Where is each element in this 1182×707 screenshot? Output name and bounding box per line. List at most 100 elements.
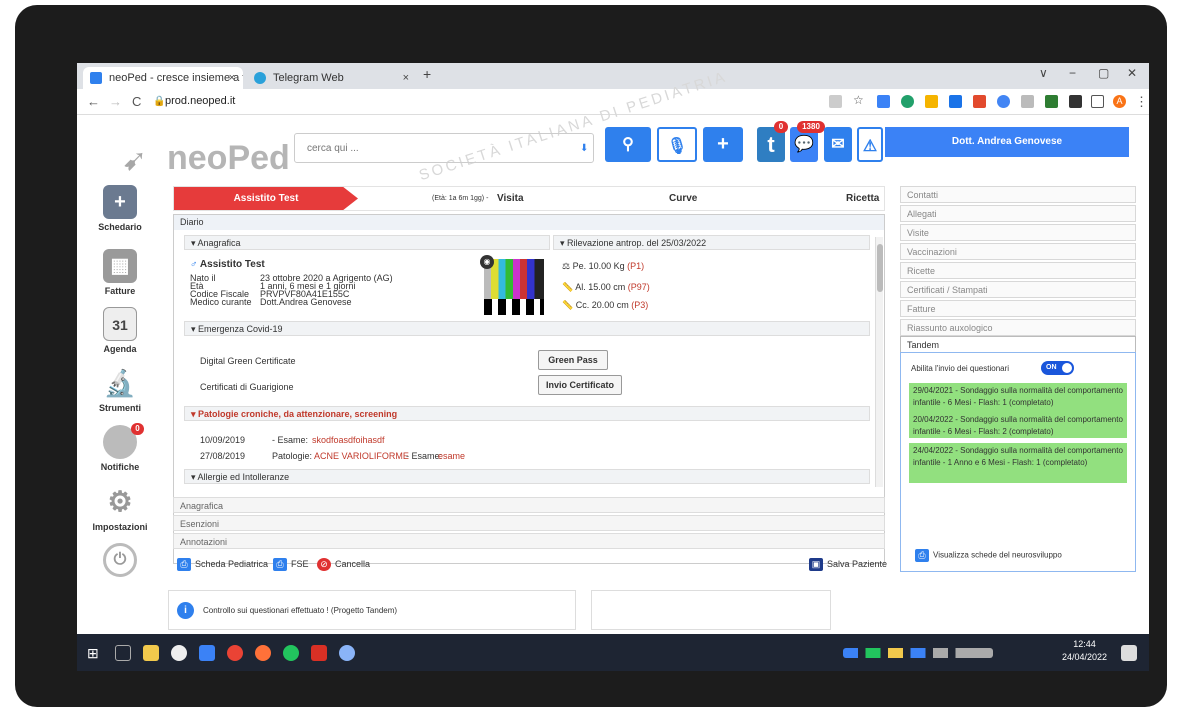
scroll-thumb[interactable] [877, 244, 883, 292]
menu-certificati[interactable]: Certificati / Stampati [900, 281, 1136, 298]
sidebar-item-logout[interactable]: ⏻ [85, 543, 155, 580]
app-icon[interactable] [171, 645, 187, 661]
annotazioni-section[interactable]: Annotazioni [173, 533, 885, 549]
system-tray-icons[interactable] [843, 648, 993, 658]
covid-header[interactable]: ▾ Emergenza Covid-19 [184, 321, 870, 336]
sidepanel-icon[interactable] [1091, 95, 1104, 108]
extension-icon[interactable] [1021, 95, 1034, 108]
sidebar-item-agenda[interactable]: 31 Agenda [85, 307, 155, 354]
tab-title: neoPed - cresce insieme a te ! [109, 72, 243, 84]
diario-header: Diario [174, 215, 884, 230]
gear-icon: ⚙ [107, 486, 133, 517]
clock[interactable]: 12:44 24/04/2022 [1062, 638, 1107, 664]
patologia-prefix: - Esame: [272, 435, 309, 445]
questionario-entry[interactable]: 24/04/2022 - Sondaggio sulla normalità d… [909, 443, 1127, 483]
patologie-header[interactable]: ▾ Patologie croniche, da attenzionare, s… [184, 406, 870, 421]
drive-icon[interactable] [949, 95, 962, 108]
maximize-button[interactable]: ▢ [1098, 66, 1109, 80]
acrobat-icon[interactable] [311, 645, 327, 661]
anagrafica-header[interactable]: ▾ Anagrafica [184, 235, 550, 250]
profile-avatar[interactable]: A [1113, 95, 1126, 108]
close-window-button[interactable]: ✕ [1127, 66, 1137, 80]
puzzle-icon[interactable] [1069, 95, 1082, 108]
microphone-button[interactable]: 🎙 [657, 127, 697, 162]
close-tab-icon[interactable]: × [403, 67, 409, 89]
patient-photo[interactable]: ◉ [480, 255, 544, 315]
extension-icon[interactable] [973, 95, 986, 108]
firefox-icon[interactable] [255, 645, 271, 661]
app-icon[interactable] [339, 645, 355, 661]
file-explorer-icon[interactable] [143, 645, 159, 661]
step-visita[interactable]: Visita [497, 193, 524, 204]
fse-button[interactable]: ⎙ FSE [273, 558, 309, 571]
menu-icon[interactable]: ⋮ [1135, 94, 1148, 110]
menu-ricette[interactable]: Ricette [900, 262, 1136, 279]
task-view-icon[interactable] [115, 645, 131, 661]
add-button[interactable]: + [703, 127, 743, 162]
extension-icon[interactable] [997, 95, 1010, 108]
search-input[interactable]: cerca qui ... [294, 133, 594, 163]
search-button[interactable]: ⚲ [605, 127, 651, 162]
extension-icon[interactable] [1045, 95, 1058, 108]
warning-button[interactable]: ⚠ [857, 127, 883, 162]
notification-center-icon[interactable] [1121, 645, 1137, 661]
menu-fatture[interactable]: Fatture [900, 300, 1136, 317]
sidebar-item-notifiche[interactable]: 0 Notifiche [85, 423, 155, 472]
extension-icon[interactable] [877, 95, 890, 108]
sidebar-item-strumenti[interactable]: 🔬 Strumenti [85, 366, 155, 413]
salva-paziente-button[interactable]: ▣ Salva Paziente [809, 558, 887, 571]
button-label: FSE [291, 558, 309, 569]
download-icon[interactable]: ⬇ [580, 143, 588, 154]
back-icon[interactable]: ← [87, 94, 100, 109]
cancella-button[interactable]: ⊘ Cancella [317, 558, 370, 571]
anagrafica-section[interactable]: Anagrafica [173, 497, 885, 513]
diario-scrollbar[interactable] [875, 237, 883, 487]
star-icon[interactable]: ☆ [853, 93, 866, 107]
step-ricetta[interactable]: Ricetta [846, 193, 879, 204]
menu-allegati[interactable]: Allegati [900, 205, 1136, 222]
info-bar: i Controllo sui questionari effettuato !… [168, 590, 576, 630]
green-pass-button[interactable]: Green Pass [538, 350, 608, 370]
app-icon[interactable] [199, 645, 215, 661]
menu-visite[interactable]: Visite [900, 224, 1136, 241]
menu-vaccinazioni[interactable]: Vaccinazioni [900, 243, 1136, 260]
extension-icon[interactable] [925, 95, 938, 108]
step-curve[interactable]: Curve [669, 193, 697, 204]
new-tab-button[interactable]: + [423, 66, 431, 82]
tab-telegram[interactable]: Telegram Web × [247, 67, 417, 89]
questionario-entry[interactable]: 20/04/2022 - Sondaggio sulla normalità d… [909, 412, 1127, 438]
sidebar-item-impostazioni[interactable]: ⚙ Impostazioni [85, 485, 155, 532]
reload-icon[interactable]: C [132, 94, 141, 109]
menu-contatti[interactable]: Contatti [900, 186, 1136, 203]
menu-tandem[interactable]: Tandem [900, 336, 1136, 353]
allergie-header[interactable]: ▾ Allergie ed Intolleranze [184, 469, 870, 484]
questionari-toggle[interactable]: ON [1041, 361, 1074, 375]
app-icon[interactable] [283, 645, 299, 661]
calendar-icon: 31 [103, 307, 137, 341]
camera-icon[interactable]: ◉ [480, 255, 494, 269]
close-tab-icon[interactable]: × [229, 67, 235, 89]
url-input[interactable]: prod.neoped.it [165, 95, 235, 107]
tab-neoped[interactable]: neoPed - cresce insieme a te ! × [83, 67, 243, 89]
minimize-button[interactable]: − [1069, 66, 1076, 80]
scheda-pediatrica-button[interactable]: ⎙ Scheda Pediatrica [177, 558, 268, 571]
sidebar-item-fatture[interactable]: ▦ Fatture [85, 249, 155, 296]
sidebar-item-schedario[interactable]: + Schedario [85, 185, 155, 232]
print-icon: ⎙ [177, 558, 191, 571]
invio-certificato-button[interactable]: Invio Certificato [538, 375, 622, 395]
shield-extension-icon[interactable] [901, 95, 914, 108]
mail-button[interactable]: ✉ [824, 127, 852, 162]
menu-riassunto[interactable]: Riassunto auxologico [900, 319, 1136, 336]
neurosviluppo-link[interactable]: ⎙ Visualizza schede del neurosviluppo [915, 549, 1062, 562]
chrome-icon[interactable] [227, 645, 243, 661]
rilevazione-header[interactable]: ▾ Rilevazione antrop. del 25/03/2022 [553, 235, 870, 250]
share-icon[interactable] [829, 95, 842, 108]
doctor-profile-button[interactable]: Dott. Andrea Genovese [885, 127, 1129, 157]
forward-icon[interactable]: → [109, 94, 122, 109]
esenzioni-section[interactable]: Esenzioni [173, 515, 885, 531]
windows-start-icon[interactable]: ⊞ [87, 645, 103, 661]
tab-search-icon[interactable]: ∨ [1039, 66, 1048, 80]
print-icon: ⎙ [273, 558, 287, 571]
doctor-value: Dott.Andrea Genovese [260, 297, 352, 307]
step-assistito[interactable]: Assistito Test [174, 187, 358, 210]
